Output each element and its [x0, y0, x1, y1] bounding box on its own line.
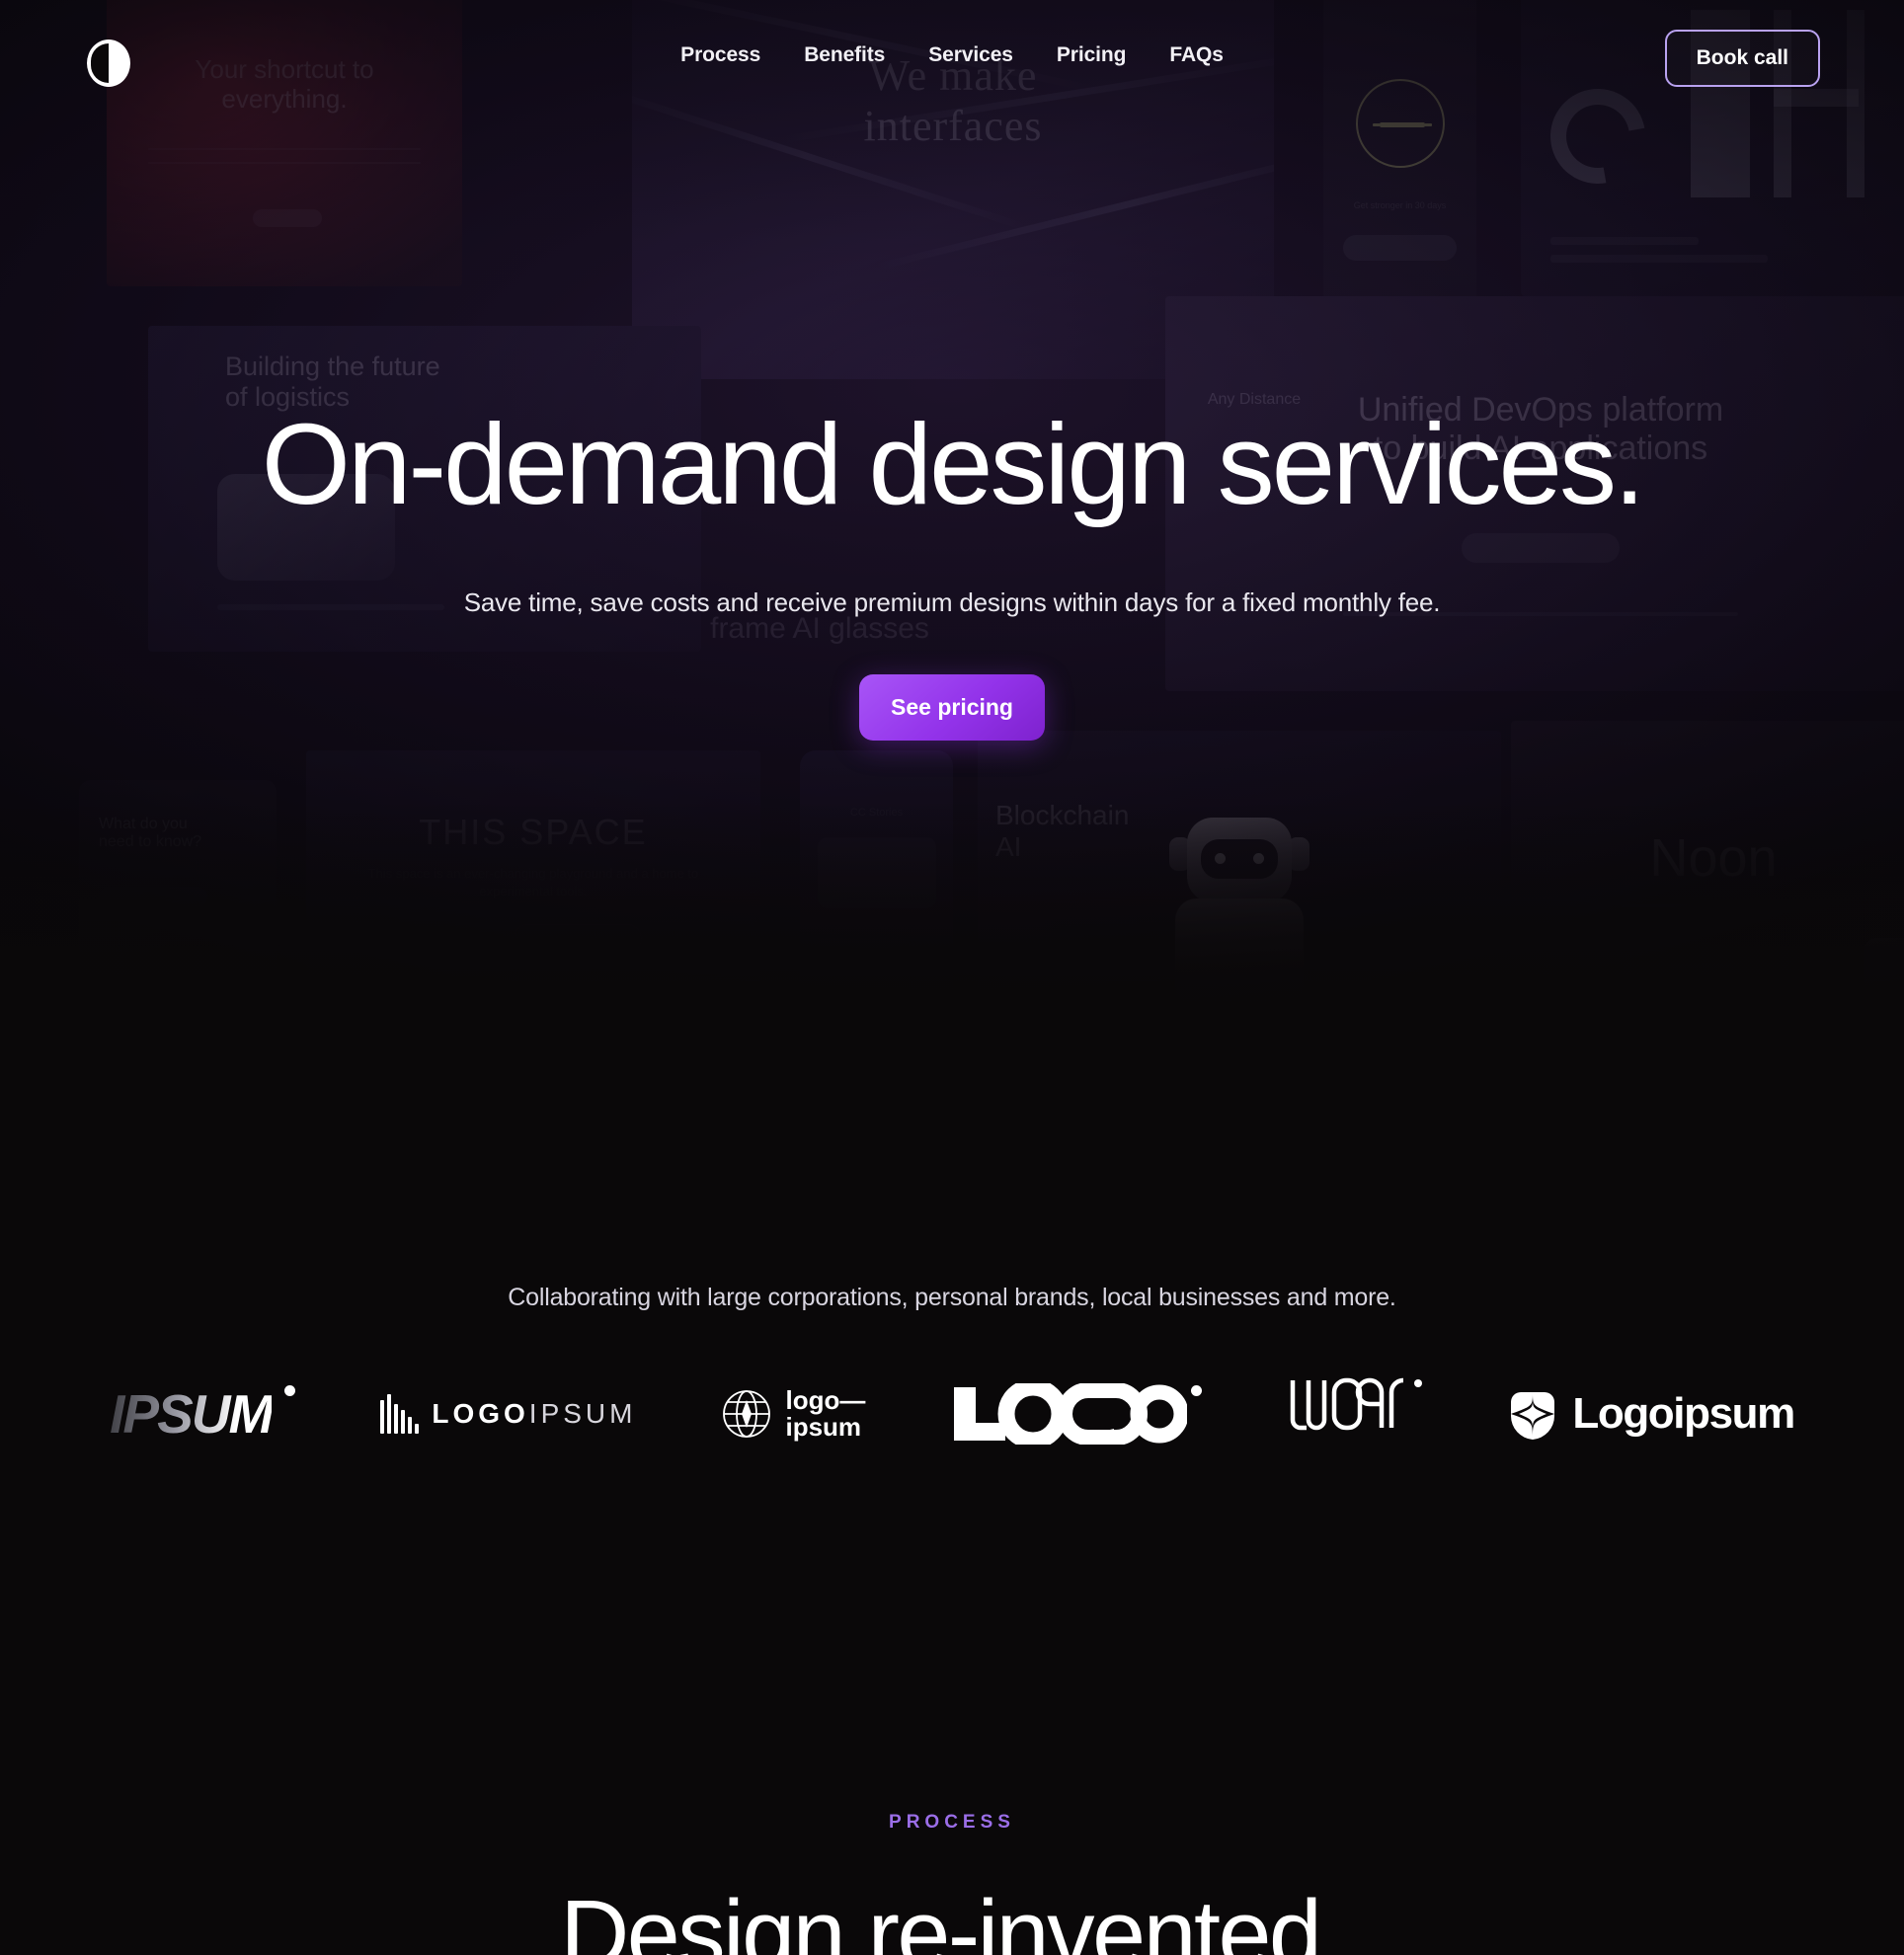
nav-link-faqs[interactable]: FAQs [1169, 43, 1224, 67]
hero-background-collage: Your shortcut to everything. We make int… [0, 0, 1904, 1096]
nav-link-services[interactable]: Services [928, 43, 1013, 67]
sound-bars-icon [380, 1394, 420, 1434]
process-eyebrow: PROCESS [889, 1812, 1015, 1833]
client-logo-retro [1287, 1377, 1423, 1450]
client-logo-row: IPSUM LOGOIPSUM logo— ipsum Logoipsum [0, 1377, 1904, 1450]
client-logo-loqo-dot [1191, 1385, 1203, 1396]
client-logo-globe-text: logo— ipsum [785, 1385, 866, 1442]
client-logo-globe: logo— ipsum [721, 1377, 865, 1450]
client-logo-ipsum-text: IPSUM [110, 1383, 274, 1445]
book-call-button[interactable]: Book call [1664, 30, 1820, 87]
hero-bottom-fade [0, 800, 1904, 1096]
nav-link-pricing[interactable]: Pricing [1057, 43, 1127, 67]
hero-title: On-demand design services. [261, 400, 1646, 528]
client-logo-logoipsum-bars: LOGOIPSUM [380, 1377, 636, 1450]
client-logo-ipsum-dot [284, 1385, 296, 1396]
shield-sparkle-icon [1511, 1392, 1555, 1440]
see-pricing-button[interactable]: See pricing [859, 674, 1045, 741]
client-logo-loqo-mark [954, 1383, 1188, 1445]
hero-subtitle: Save time, save costs and receive premiu… [463, 587, 1441, 617]
client-logo-logoipsum-bars-text: LOGOIPSUM [432, 1398, 637, 1429]
process-section: PROCESS Design re-invented. [0, 1812, 1904, 1955]
clients-section: Collaborating with large corporations, p… [0, 1284, 1904, 1450]
top-navigation-bar: Process Benefits Services Pricing FAQs B… [0, 0, 1904, 126]
client-logo-ipsum: IPSUM [110, 1377, 296, 1450]
landing-page: Your shortcut to everything. We make int… [0, 0, 1904, 1955]
nav-link-benefits[interactable]: Benefits [804, 43, 885, 67]
process-title: Design re-invented. [560, 1880, 1346, 1955]
nav-link-process[interactable]: Process [680, 43, 760, 67]
client-logo-retro-dot [1414, 1379, 1423, 1387]
client-logo-retro-mark [1291, 1377, 1404, 1431]
client-logo-shield-text: Logoipsum [1572, 1389, 1795, 1438]
clients-caption: Collaborating with large corporations, p… [508, 1284, 1396, 1311]
client-logo-loqo [950, 1377, 1203, 1450]
globe-icon [721, 1388, 772, 1440]
nav-links: Process Benefits Services Pricing FAQs [0, 43, 1904, 67]
client-logo-shield: Logoipsum [1507, 1377, 1795, 1450]
